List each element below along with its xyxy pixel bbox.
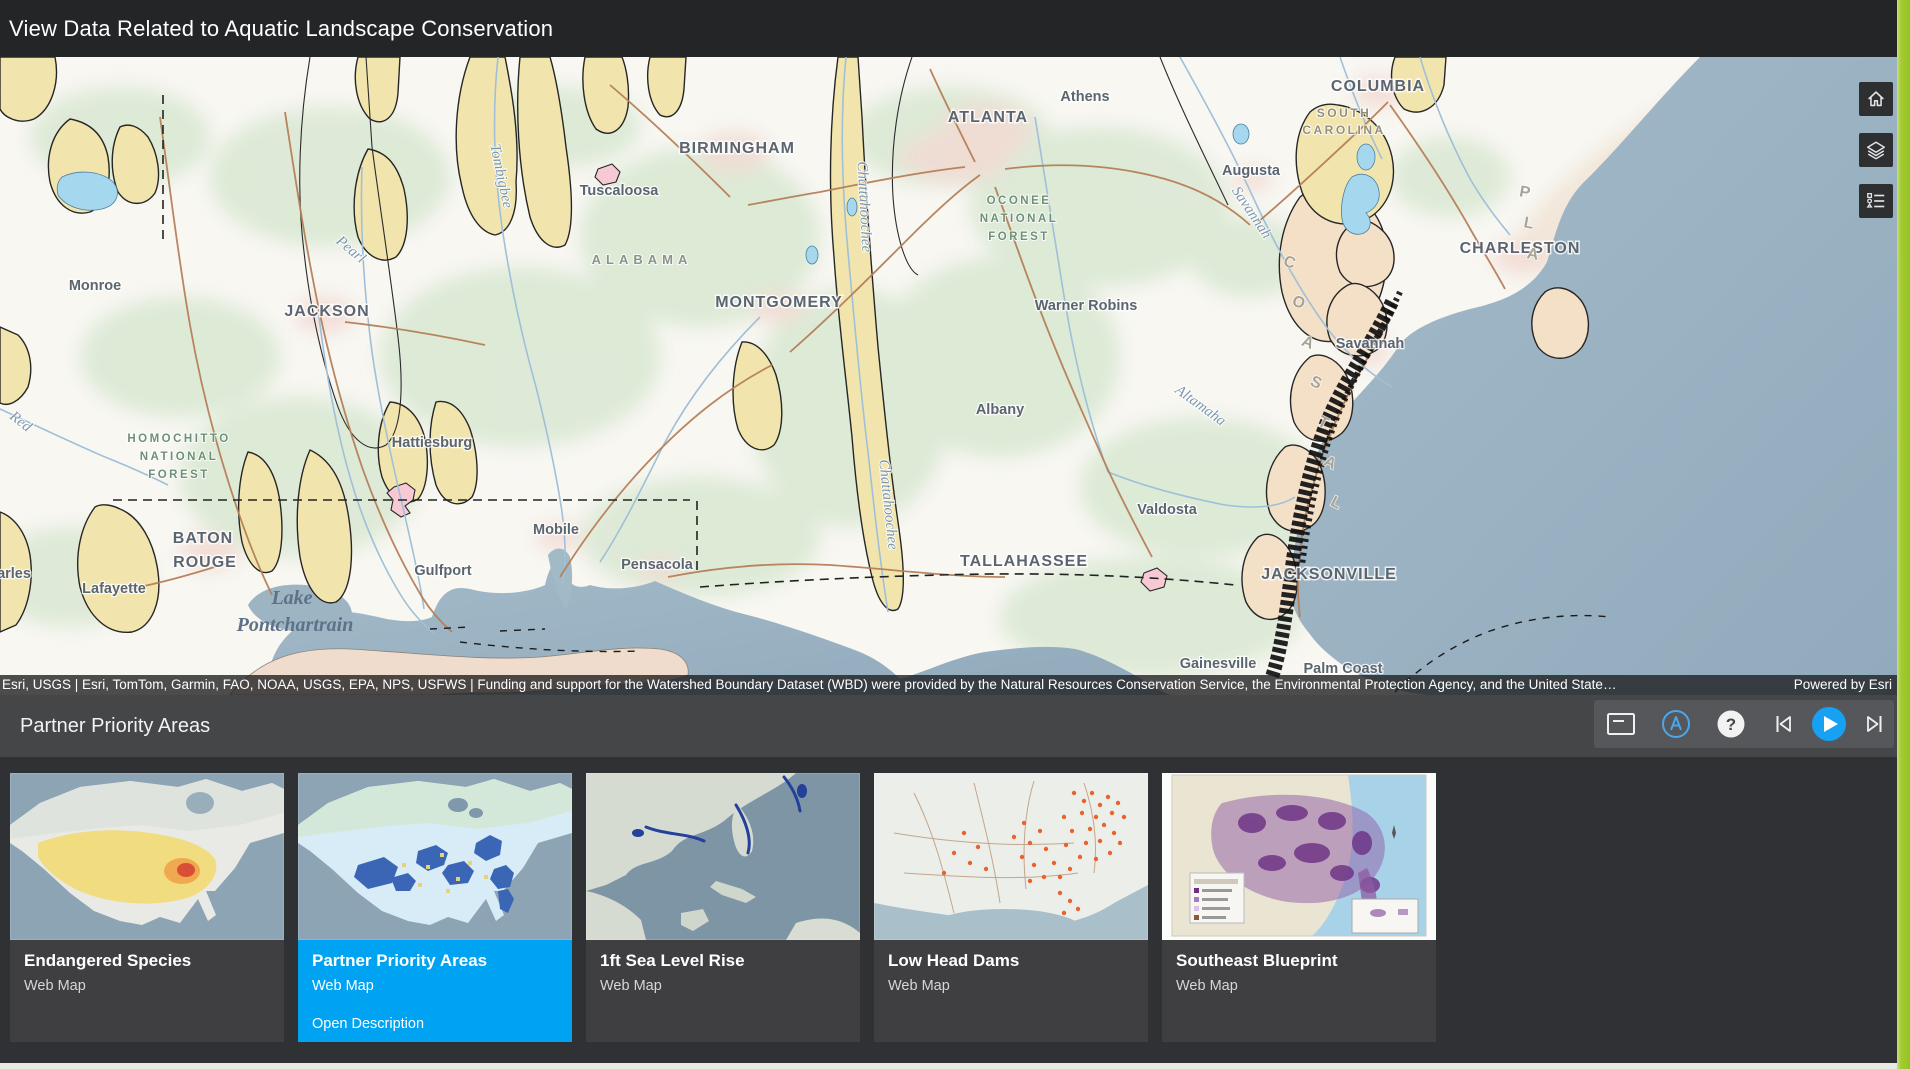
skip-previous-icon <box>1773 712 1797 736</box>
map-gallery: Endangered Species Web Map <box>0 757 1910 1063</box>
card-thumbnail <box>298 773 572 940</box>
card-title: Partner Priority Areas <box>312 951 558 971</box>
map-label: Lake <box>270 587 312 609</box>
map-label: Savannah <box>1336 336 1405 352</box>
map-label: COLUMBIA <box>1331 78 1425 95</box>
home-button[interactable] <box>1859 82 1893 116</box>
map-label: arles <box>0 566 31 582</box>
map-label: ROUGE <box>173 554 237 571</box>
card-title: Endangered Species <box>24 951 270 971</box>
map-label: Warner Robins <box>1035 298 1138 314</box>
map-label: Lafayette <box>82 581 146 597</box>
map-label: Monroe <box>69 278 121 294</box>
map-label: Tuscaloosa <box>580 183 660 199</box>
previous-map-button[interactable] <box>1773 712 1797 736</box>
home-icon <box>1865 88 1887 110</box>
map-label: TALLAHASSEE <box>960 553 1088 570</box>
map-label: Albany <box>976 402 1024 418</box>
map-label: NATIONAL <box>980 213 1059 225</box>
card-low-head-dams[interactable]: Low Head Dams Web Map <box>874 773 1148 1042</box>
card-endangered-species[interactable]: Endangered Species Web Map <box>10 773 284 1042</box>
map-label: HOMOCHITTO <box>127 433 230 445</box>
card-subtitle: Web Map <box>24 978 270 994</box>
card-thumbnail <box>1162 773 1436 940</box>
card-1ft-sea-level-rise[interactable]: 1ft Sea Level Rise Web Map <box>586 773 860 1042</box>
attribution-text: Esri, USGS | Esri, TomTom, Garmin, FAO, … <box>0 675 1764 695</box>
map-label: Hattiesburg <box>392 435 473 451</box>
description-button[interactable] <box>1606 711 1636 737</box>
card-southeast-blueprint[interactable]: Southeast Blueprint Web Map <box>1162 773 1436 1042</box>
gallery-toolbar: ? <box>1594 700 1894 748</box>
legend-button[interactable] <box>1859 184 1893 218</box>
map-label: SOUTH <box>1317 106 1372 120</box>
map-label: CAROLINA <box>1302 123 1385 137</box>
card-subtitle: Web Map <box>888 978 1134 994</box>
map-label: Athens <box>1060 89 1109 105</box>
map-label: Augusta <box>1222 163 1281 179</box>
map-label: ATLANTA <box>948 109 1028 126</box>
horizontal-scrollbar[interactable] <box>0 1063 1910 1069</box>
layers-icon <box>1865 139 1887 161</box>
map-label: Pensacola <box>621 557 694 573</box>
map-label: JACKSONVILLE <box>1261 566 1397 583</box>
gallery-header-bar: Partner Priority Areas ? <box>0 695 1910 757</box>
map-label: OCONEE <box>987 195 1052 207</box>
card-partner-priority-areas[interactable]: Partner Priority Areas Web Map Open Desc… <box>298 773 572 1042</box>
card-title: 1ft Sea Level Rise <box>600 951 846 971</box>
app-window: View Data Related to Aquatic Landscape C… <box>0 0 1910 1069</box>
card-title: Southeast Blueprint <box>1176 951 1422 971</box>
map-label: BIRMINGHAM <box>679 140 795 157</box>
next-map-button[interactable] <box>1861 712 1885 736</box>
map-label: FOREST <box>988 231 1050 243</box>
play-icon <box>1811 706 1847 742</box>
map-label: Mobile <box>533 522 579 538</box>
map-label: Pontchartrain <box>236 614 354 636</box>
basemap: ATLANTA BIRMINGHAM MONTGOMERY JACKSON BATON R… <box>0 57 1910 695</box>
map-controls <box>1859 82 1893 218</box>
auto-advance-icon <box>1660 708 1692 740</box>
map-attribution: Esri, USGS | Esri, TomTom, Garmin, FAO, … <box>0 675 1910 695</box>
selection-edge-strip <box>1897 0 1910 1069</box>
map-label: JACKSON <box>284 303 369 320</box>
map-label: CHARLESTON <box>1460 240 1581 257</box>
card-thumbnail <box>874 773 1148 940</box>
powered-by-esri-link[interactable]: Powered by Esri <box>1764 675 1910 695</box>
legend-icon <box>1865 190 1887 212</box>
page-title: View Data Related to Aquatic Landscape C… <box>0 0 1910 57</box>
auto-advance-button[interactable] <box>1660 708 1692 740</box>
svg-text:?: ? <box>1726 715 1736 734</box>
map-label: Valdosta <box>1137 502 1198 518</box>
card-title: Low Head Dams <box>888 951 1134 971</box>
skip-next-icon <box>1861 712 1885 736</box>
open-description-link[interactable]: Open Description <box>312 1016 558 1032</box>
description-icon <box>1606 711 1636 737</box>
map-label: Gulfport <box>414 563 471 579</box>
map-label: BATON <box>173 530 233 547</box>
layers-button[interactable] <box>1859 133 1893 167</box>
card-thumbnail <box>586 773 860 940</box>
map-label: NATIONAL <box>140 451 219 463</box>
map-label: Gainesville <box>1180 656 1257 672</box>
help-icon: ? <box>1716 709 1746 739</box>
card-thumbnail <box>10 773 284 940</box>
map-view[interactable]: ATLANTA BIRMINGHAM MONTGOMERY JACKSON BATON R… <box>0 57 1910 695</box>
app-title-bar: View Data Related to Aquatic Landscape C… <box>0 0 1910 57</box>
card-subtitle: Web Map <box>1176 978 1422 994</box>
card-subtitle: Web Map <box>600 978 846 994</box>
map-label: ALABAMA <box>592 252 693 267</box>
card-subtitle: Web Map <box>312 978 558 994</box>
play-button[interactable] <box>1811 706 1847 742</box>
help-button[interactable]: ? <box>1716 709 1746 739</box>
map-label: FOREST <box>148 469 210 481</box>
map-label: MONTGOMERY <box>715 294 843 311</box>
